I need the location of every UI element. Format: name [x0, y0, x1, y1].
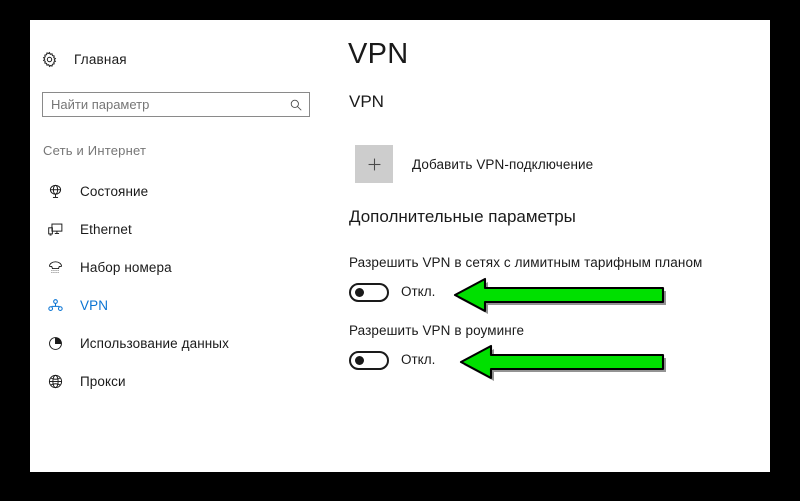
sidebar-item-vpn-label: VPN	[80, 297, 109, 313]
sidebar-nav-list: Состояние Ethernet Набор номера VPN Испо…	[30, 172, 330, 400]
settings-window: Главная Сеть и Интернет	[30, 20, 770, 472]
search-icon	[290, 99, 302, 111]
toggle-allow-vpn-over-metered-state: Откл.	[401, 284, 436, 300]
sidebar-item-data-usage[interactable]: Использование данных	[30, 324, 330, 362]
toggle-knob	[355, 287, 364, 297]
gear-icon	[36, 51, 62, 68]
sidebar-item-ethernet[interactable]: Ethernet	[30, 210, 330, 248]
main-content: VPN VPN Добавить VPN-подключение Дополни…	[330, 20, 770, 472]
globe-icon	[42, 373, 68, 390]
search-input[interactable]	[43, 93, 283, 116]
ethernet-icon	[42, 221, 68, 238]
vpn-icon	[42, 297, 68, 314]
add-vpn-connection-label: Добавить VPN-подключение	[412, 156, 594, 172]
network-status-icon	[42, 183, 68, 200]
sidebar: Главная Сеть и Интернет	[30, 20, 330, 472]
section-heading-vpn: VPN	[349, 92, 384, 111]
setting-allow-vpn-while-roaming: Разрешить VPN в роуминге Откл.	[349, 324, 524, 370]
sidebar-item-dial-up[interactable]: Набор номера	[30, 248, 330, 286]
search-button[interactable]	[283, 93, 309, 116]
sidebar-group-caption: Сеть и Интернет	[43, 143, 147, 158]
setting-allow-vpn-over-metered: Разрешить VPN в сетях с лимитным тарифны…	[349, 256, 702, 302]
toggle-allow-vpn-over-metered[interactable]	[349, 282, 389, 302]
sidebar-item-data-usage-label: Использование данных	[80, 335, 229, 351]
sidebar-item-home[interactable]: Главная	[36, 44, 127, 74]
dial-up-icon	[42, 259, 68, 276]
sidebar-item-proxy-label: Прокси	[80, 373, 126, 389]
toggle-knob	[355, 355, 364, 365]
toggle-allow-vpn-while-roaming[interactable]	[349, 350, 389, 370]
sidebar-item-proxy[interactable]: Прокси	[30, 362, 330, 400]
setting-allow-vpn-while-roaming-row: Откл.	[349, 350, 524, 370]
toggle-allow-vpn-while-roaming-state: Откл.	[401, 352, 436, 368]
setting-allow-vpn-over-metered-row: Откл.	[349, 282, 702, 302]
pie-chart-icon	[42, 335, 68, 352]
setting-allow-vpn-while-roaming-label: Разрешить VPN в роуминге	[349, 323, 525, 338]
setting-allow-vpn-over-metered-label: Разрешить VPN в сетях с лимитным тарифны…	[349, 255, 703, 270]
sidebar-item-status-label: Состояние	[80, 183, 149, 199]
sidebar-item-home-label: Главная	[74, 51, 127, 67]
sidebar-item-ethernet-label: Ethernet	[80, 221, 132, 237]
sidebar-item-dial-up-label: Набор номера	[80, 259, 172, 275]
sidebar-item-status[interactable]: Состояние	[30, 172, 330, 210]
page-title: VPN	[348, 38, 409, 70]
add-vpn-connection-button[interactable]: Добавить VPN-подключение	[355, 145, 593, 183]
section-heading-advanced: Дополнительные параметры	[349, 207, 576, 226]
plus-icon	[355, 145, 393, 183]
search-box[interactable]	[42, 92, 310, 117]
sidebar-item-vpn[interactable]: VPN	[30, 286, 330, 324]
